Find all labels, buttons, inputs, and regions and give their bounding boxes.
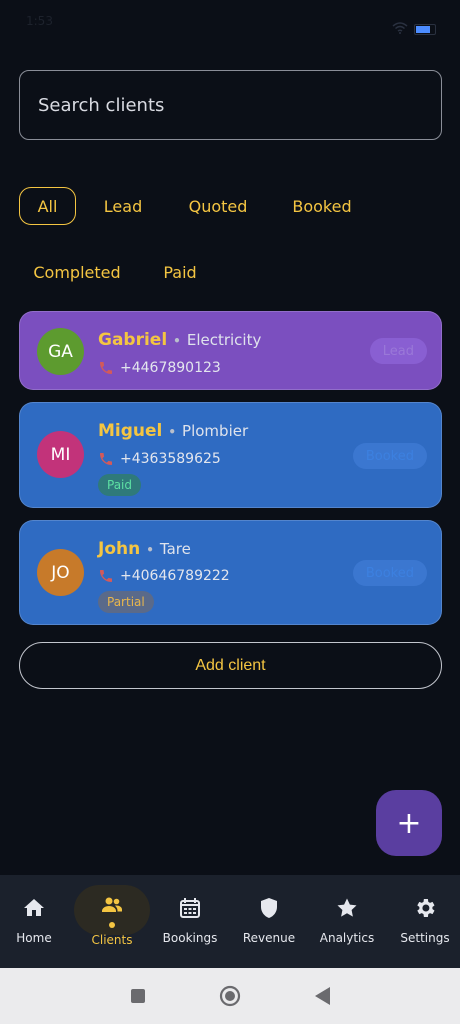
battery-icon [414, 23, 436, 35]
phone-icon [100, 570, 112, 582]
client-card-miguel[interactable]: MI Miguel • Plombier +4363589625 Paid Book… [19, 402, 442, 508]
client-phone: +4363589625 [120, 451, 221, 467]
nav-label: Clients [91, 933, 133, 947]
wifi-icon [392, 21, 408, 37]
filter-chip-label: Lead [103, 196, 143, 216]
nav-item-settings[interactable]: Settings [385, 875, 460, 968]
system-nav-bar [0, 968, 460, 1024]
nav-item-analytics[interactable]: Analytics [307, 875, 387, 968]
filter-chip-completed[interactable]: Completed [25, 253, 129, 291]
client-trade: Electricity [186, 331, 262, 349]
filter-chip-label: Booked [292, 196, 352, 216]
client-card-gabriel[interactable]: GA Gabriel • Electricity +4467890123 Lead [19, 311, 442, 390]
filter-chip-label: Quoted [188, 196, 248, 216]
client-phone-row[interactable]: +4467890123 [98, 360, 221, 376]
recents-button[interactable] [127, 985, 149, 1007]
phone-icon [100, 453, 112, 465]
client-name-row: Gabriel • Electricity [98, 330, 261, 350]
active-indicator-dot [109, 922, 115, 928]
filter-chip-label: Completed [33, 262, 121, 282]
people-icon [102, 897, 122, 912]
client-phone: +4467890123 [120, 360, 221, 376]
filter-chip-booked[interactable]: Booked [282, 187, 362, 225]
avatar: GA [37, 328, 84, 375]
status-badge: Booked [352, 443, 427, 469]
search-input[interactable] [38, 94, 423, 116]
status-bar: 1:53 [0, 0, 460, 44]
avatar: JO [37, 549, 84, 596]
payment-badge: Partial [98, 591, 154, 613]
status-icons [392, 14, 436, 44]
gear-icon [417, 899, 435, 917]
client-name-row: Miguel • Plombier [98, 421, 248, 441]
back-button[interactable] [311, 985, 333, 1007]
square-icon [131, 989, 145, 1003]
client-name: John [98, 539, 141, 559]
filter-chip-label: Paid [163, 262, 197, 282]
search-box[interactable] [19, 70, 442, 140]
bottom-nav: Home Clients Bookings Revenue Analytics … [0, 875, 460, 968]
nav-label: Analytics [319, 931, 375, 945]
filter-chip-paid[interactable]: Paid [152, 253, 208, 291]
client-phone: +40646789222 [120, 568, 230, 584]
plus-icon: + [396, 805, 422, 841]
filter-chip-quoted[interactable]: Quoted [180, 187, 256, 225]
client-trade: Plombier [182, 422, 249, 440]
status-time: 1:53 [26, 14, 53, 28]
status-badge: Lead [369, 338, 427, 364]
home-icon [24, 899, 44, 916]
separator-dot: • [168, 425, 177, 439]
shield-icon [261, 898, 277, 918]
filter-chip-label: All [37, 196, 58, 216]
client-name: Gabriel [98, 330, 168, 350]
filter-chip-all[interactable]: All [19, 187, 76, 225]
client-trade: Tare [159, 540, 191, 558]
circle-icon [219, 985, 241, 1007]
filter-chip-lead[interactable]: Lead [92, 187, 154, 225]
payment-badge: Paid [98, 474, 142, 496]
nav-label: Settings [400, 931, 450, 945]
home-button[interactable] [219, 985, 241, 1007]
separator-dot: • [173, 334, 181, 348]
nav-label: Revenue [242, 931, 296, 945]
nav-item-clients[interactable]: Clients [72, 875, 152, 968]
add-fab-button[interactable]: + [376, 790, 442, 856]
calendar-icon [180, 898, 200, 918]
nav-label: Home [16, 931, 52, 945]
phone-icon [100, 362, 112, 374]
client-name-row: John • Tare [98, 539, 191, 559]
nav-label: Bookings [162, 931, 218, 945]
client-phone-row[interactable]: +40646789222 [98, 568, 230, 584]
add-client-button[interactable]: Add client [19, 642, 442, 689]
client-phone-row[interactable]: +4363589625 [98, 451, 221, 467]
back-triangle-icon [315, 987, 330, 1005]
nav-item-home[interactable]: Home [0, 875, 74, 968]
client-name: Miguel [98, 421, 163, 441]
nav-item-revenue[interactable]: Revenue [229, 875, 309, 968]
separator-dot: • [146, 543, 154, 557]
client-card-john[interactable]: JO John • Tare +40646789222 Partial Booked [19, 520, 442, 625]
star-icon [337, 898, 357, 917]
status-badge: Booked [352, 560, 427, 586]
nav-item-bookings[interactable]: Bookings [150, 875, 230, 968]
avatar: MI [37, 431, 84, 478]
